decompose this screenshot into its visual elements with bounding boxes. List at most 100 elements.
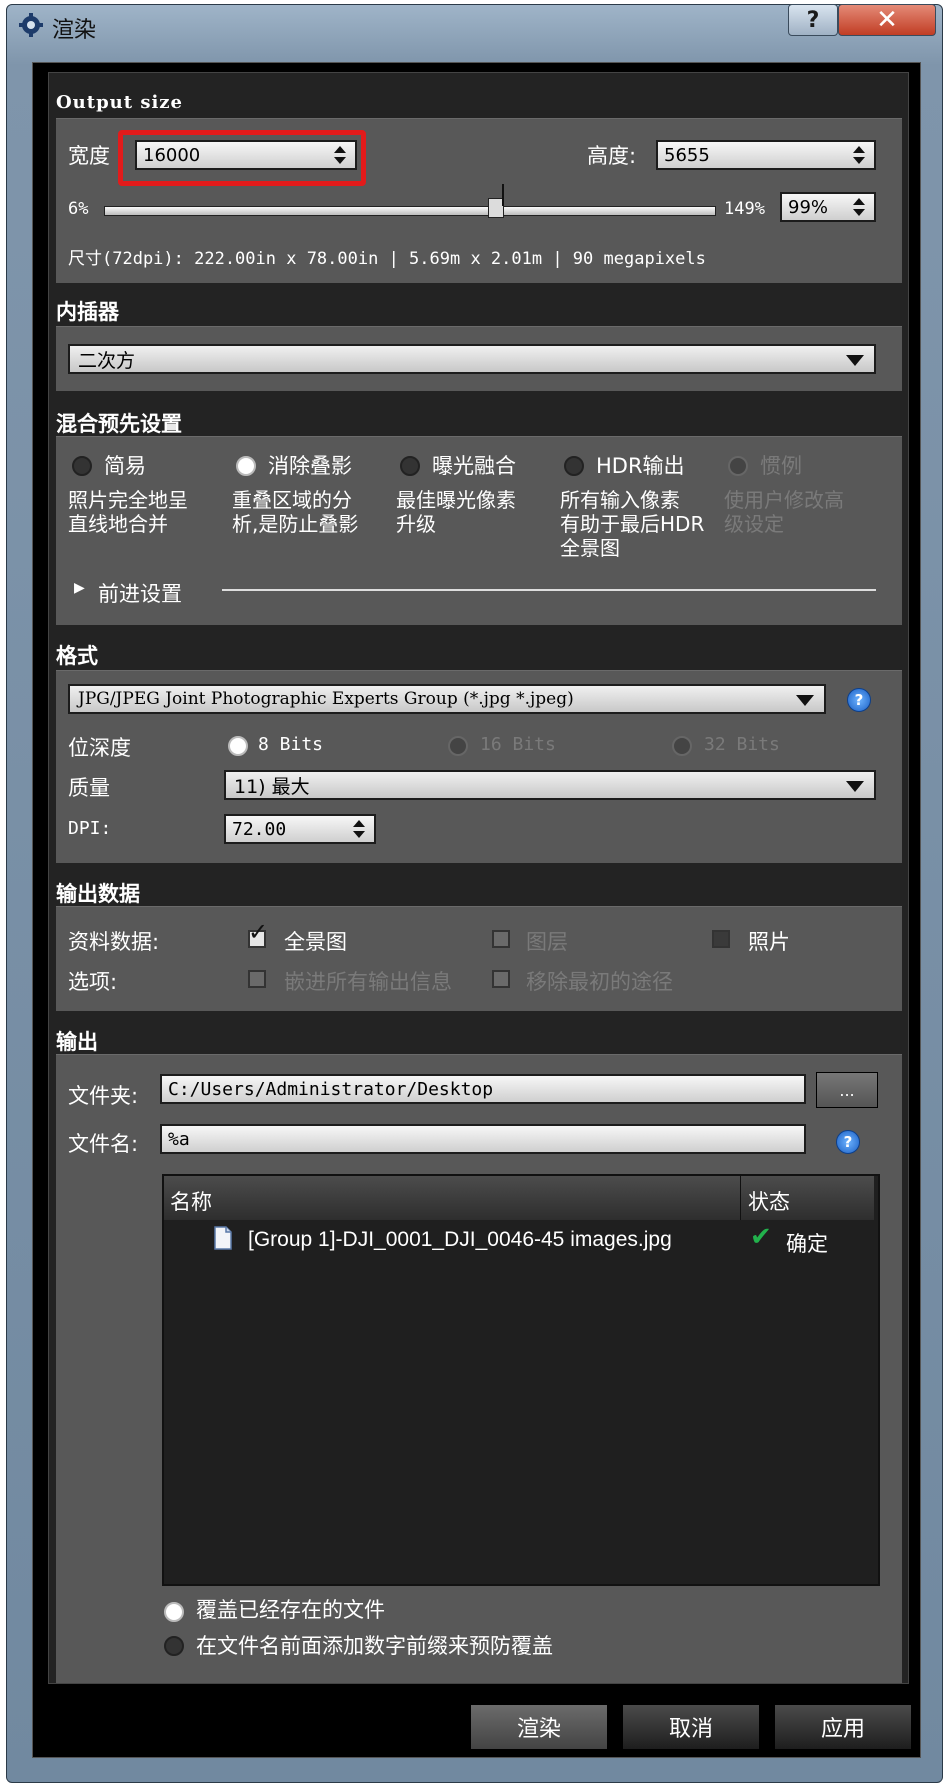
data-label: 资料数据:: [68, 930, 160, 954]
prefix-label: 在文件名前面添加数字前缀来预防覆盖: [196, 1634, 553, 1658]
radio-32bits[interactable]: [672, 736, 692, 756]
advanced-settings-toggle[interactable]: 前进设置: [98, 578, 182, 608]
interpolator-dropdown[interactable]: 二次方: [68, 344, 876, 374]
cancel-button[interactable]: 取消: [622, 1704, 760, 1750]
output-title: 输出: [56, 1030, 98, 1054]
render-button[interactable]: 渲染: [470, 1704, 608, 1750]
option-hdr-desc: 所有输入像素 有助于最后HDR 全景图: [560, 488, 705, 560]
interpolator-value: 二次方: [78, 349, 136, 372]
layers-label: 图层: [526, 930, 568, 954]
radio-prefix[interactable]: [164, 1636, 184, 1656]
quality-value: 11) 最大: [234, 775, 310, 798]
gear-icon: [19, 13, 43, 37]
width-input[interactable]: 16000: [135, 140, 357, 170]
slider-marker: [502, 184, 504, 206]
option-exposure-desc: 最佳曝光像素 升级: [396, 488, 516, 536]
bit-depth-label: 位深度: [68, 736, 131, 760]
bits-16-label: 16 Bits: [480, 734, 556, 755]
spinner-arrows-icon[interactable]: [852, 145, 866, 165]
checkbox-remove-path[interactable]: [492, 970, 510, 988]
window-title: 渲染: [52, 18, 97, 43]
option-deghost-desc: 重叠区域的分 析,是防止叠影: [232, 488, 359, 536]
option-custom-label: 惯例: [760, 454, 802, 478]
radio-deghost[interactable]: [236, 456, 256, 476]
table-header-name[interactable]: [164, 1176, 741, 1220]
dpi-value: 72.00: [232, 818, 287, 840]
format-type-value: JPG/JPEG Joint Photographic Experts Grou…: [78, 689, 574, 709]
chevron-down-icon: [846, 355, 864, 366]
bits-32-label: 32 Bits: [704, 734, 780, 755]
help-button[interactable]: ?: [788, 4, 838, 36]
output-data-panel: [56, 906, 902, 1011]
help-icon[interactable]: ?: [847, 688, 871, 712]
checkbox-embed-info[interactable]: [248, 970, 266, 988]
spinner-arrows-icon[interactable]: [852, 197, 866, 217]
spinner-arrows-icon[interactable]: [333, 145, 347, 165]
help-icon[interactable]: ?: [836, 1130, 860, 1154]
checkbox-layers[interactable]: [492, 930, 510, 948]
checkbox-photos[interactable]: [712, 930, 730, 948]
file-status: 确定: [786, 1232, 828, 1256]
chevron-down-icon: [846, 781, 864, 792]
quality-dropdown[interactable]: 11) 最大: [224, 770, 876, 800]
close-button[interactable]: ✕: [838, 4, 936, 36]
option-deghost-label: 消除叠影: [268, 454, 352, 478]
radio-simple[interactable]: [72, 456, 92, 476]
folder-value: C:/Users/Administrator/Desktop: [168, 1078, 494, 1100]
format-type-dropdown[interactable]: JPG/JPEG Joint Photographic Experts Grou…: [68, 684, 826, 714]
browse-button[interactable]: ...: [816, 1072, 878, 1108]
option-hdr-label: HDR输出: [596, 454, 685, 478]
file-name: [Group 1]-DJI_0001_DJI_0046-45 images.jp…: [248, 1228, 672, 1251]
col-status-label: 状态: [748, 1190, 790, 1214]
option-simple-label: 简易: [104, 454, 146, 478]
filename-input[interactable]: %a: [160, 1124, 806, 1154]
height-value: 5655: [664, 144, 710, 166]
photos-label: 照片: [748, 930, 790, 954]
output-data-title: 输出数据: [56, 882, 140, 906]
quality-label: 质量: [68, 776, 110, 800]
radio-exposure-fusion[interactable]: [400, 456, 420, 476]
option-simple-desc: 照片完全地呈 直线地合并: [68, 488, 188, 536]
dpi-label: DPI:: [68, 818, 112, 839]
checkmark-icon: ✓: [248, 918, 269, 946]
divider-line: [222, 589, 876, 591]
radio-8bits[interactable]: [228, 736, 248, 756]
check-icon: ✔: [750, 1222, 772, 1252]
apply-button[interactable]: 应用: [774, 1704, 912, 1750]
width-label: 宽度: [68, 144, 110, 168]
radio-custom[interactable]: [728, 456, 748, 476]
col-name-label: 名称: [170, 1190, 212, 1214]
dimensions-text: 尺寸(72dpi): 222.00in x 78.00in | 5.69m x …: [68, 249, 706, 269]
scale-slider-track[interactable]: [104, 206, 716, 216]
remove-path-label: 移除最初的途径: [526, 970, 673, 994]
radio-hdr[interactable]: [564, 456, 584, 476]
options-label: 选项:: [68, 970, 118, 994]
radio-overwrite[interactable]: [164, 1602, 184, 1622]
overwrite-label: 覆盖已经存在的文件: [196, 1598, 385, 1622]
chevron-down-icon: [796, 695, 814, 706]
file-icon: [214, 1226, 232, 1250]
scale-max-label: 149%: [724, 199, 765, 219]
width-value: 16000: [143, 144, 201, 166]
embed-info-label: 嵌进所有输出信息: [284, 970, 452, 994]
interpolator-title: 内插器: [56, 300, 119, 324]
spinner-arrows-icon[interactable]: [352, 819, 366, 839]
scale-min-label: 6%: [68, 199, 89, 219]
format-title: 格式: [56, 644, 98, 668]
filename-label: 文件名:: [68, 1132, 139, 1156]
triangle-right-icon[interactable]: ▶: [74, 580, 85, 596]
bits-8-label: 8 Bits: [258, 734, 324, 755]
blend-preset-title: 混合预先设置: [56, 412, 182, 436]
output-size-title: Output size: [56, 92, 183, 113]
dpi-input[interactable]: 72.00: [224, 814, 376, 844]
scale-value: 99%: [788, 196, 829, 218]
height-label: 高度:: [587, 144, 637, 168]
panorama-label: 全景图: [284, 930, 347, 954]
scale-input[interactable]: 99%: [780, 192, 876, 222]
folder-label: 文件夹:: [68, 1084, 139, 1108]
option-exposure-label: 曝光融合: [432, 454, 516, 478]
radio-16bits[interactable]: [448, 736, 468, 756]
height-input[interactable]: 5655: [656, 140, 876, 170]
option-custom-desc: 使用户修改高 级设定: [724, 488, 844, 536]
folder-input[interactable]: C:/Users/Administrator/Desktop: [160, 1074, 806, 1104]
